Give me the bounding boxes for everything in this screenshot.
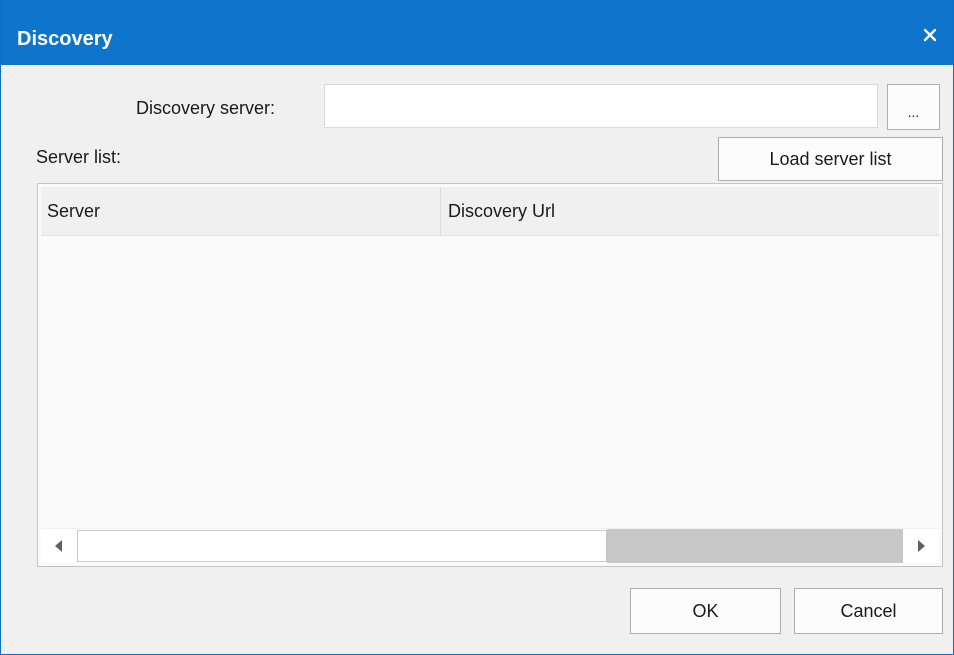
scroll-right-button[interactable] [903, 529, 939, 563]
discovery-dialog: Discovery Discovery server: ... Server l… [0, 0, 954, 655]
scroll-right-arrow-icon [918, 540, 925, 552]
browse-button[interactable]: ... [887, 84, 940, 130]
list-header: Server Discovery Url [41, 187, 939, 236]
cancel-button[interactable]: Cancel [794, 588, 943, 634]
discovery-server-input[interactable] [324, 84, 878, 128]
close-button[interactable] [907, 15, 953, 55]
scroll-left-arrow-icon [55, 540, 62, 552]
discovery-server-label: Discovery server: [136, 98, 276, 118]
dialog-title: Discovery [17, 28, 113, 50]
scroll-track[interactable] [607, 529, 903, 563]
column-header-server[interactable]: Server [41, 187, 441, 235]
server-list-view[interactable]: Server Discovery Url [37, 183, 943, 567]
scroll-thumb[interactable] [77, 530, 607, 562]
horizontal-scrollbar[interactable] [41, 528, 939, 563]
ok-button[interactable]: OK [630, 588, 781, 634]
title-bar: Discovery [1, 1, 953, 65]
load-server-list-button[interactable]: Load server list [718, 137, 943, 181]
server-list-label: Server list: [36, 147, 122, 167]
column-header-discovery-url[interactable]: Discovery Url [442, 187, 939, 235]
scroll-left-button[interactable] [41, 529, 77, 563]
close-icon [923, 28, 937, 42]
